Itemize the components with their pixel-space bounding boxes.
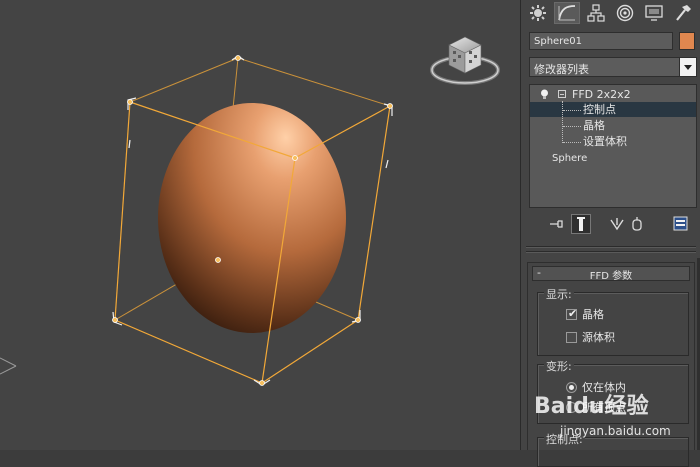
perspective-viewport[interactable] <box>0 0 520 450</box>
command-panel-tabs <box>525 2 699 26</box>
tree-line <box>563 126 581 127</box>
checkmark-icon: ✔ <box>568 307 578 320</box>
modifier-list-label: 修改器列表 <box>534 63 589 76</box>
command-panel: 修改器列表 FFD 2x2x2 控制点 晶格 设置体积 Sphere <box>520 0 700 467</box>
modifier-list-dropdown[interactable]: 修改器列表 <box>529 57 697 77</box>
object-color-swatch[interactable] <box>679 32 695 50</box>
source-volume-label: 源体积 <box>582 331 615 344</box>
chevron-down-icon[interactable] <box>679 58 696 76</box>
object-name-field[interactable] <box>529 32 673 50</box>
modify-curve-icon <box>558 5 576 21</box>
show-end-result-icon <box>577 217 585 231</box>
tab-hierarchy[interactable] <box>583 2 609 24</box>
utilities-hammer-icon <box>676 5 691 21</box>
tab-motion[interactable] <box>612 2 638 24</box>
stack-item-label: 设置体积 <box>583 135 627 148</box>
group-label: 显示: <box>544 286 574 302</box>
make-unique-button[interactable] <box>607 214 627 234</box>
pin-stack-button[interactable] <box>547 214 567 234</box>
stack-subitem-set-volume[interactable]: 设置体积 <box>530 134 696 149</box>
tree-line <box>563 110 581 111</box>
pin-icon <box>550 220 563 228</box>
baidu-watermark: Baidu经验 jingyan.baidu.com <box>530 386 700 450</box>
trash-icon <box>632 217 642 231</box>
stack-item-label: Sphere <box>552 153 588 164</box>
viewport-scene <box>0 36 500 386</box>
lattice-checkbox[interactable]: ✔ <box>566 307 578 320</box>
stack-subitem-lattice[interactable]: 晶格 <box>530 118 696 133</box>
divider <box>526 246 696 248</box>
divider <box>526 251 696 253</box>
tab-modify[interactable] <box>554 2 580 24</box>
make-unique-icon <box>610 218 624 231</box>
source-volume-checkbox[interactable] <box>566 332 577 343</box>
tree-line <box>563 142 581 143</box>
motion-icon <box>616 4 634 22</box>
stack-item-label: 晶格 <box>583 119 605 132</box>
stack-item-sphere[interactable]: Sphere <box>530 151 696 166</box>
rollout-header[interactable]: - FFD 参数 <box>532 266 690 282</box>
collapse-toggle[interactable] <box>558 90 566 98</box>
sun-gear-icon <box>530 5 546 21</box>
stack-item-ffd[interactable]: FFD 2x2x2 <box>530 87 696 102</box>
display-group: 显示: ✔ 晶格 源体积 <box>537 286 689 356</box>
hierarchy-icon <box>587 4 605 22</box>
modifier-stack[interactable]: FFD 2x2x2 控制点 晶格 设置体积 Sphere <box>529 84 697 208</box>
watermark-site: jingyan.baidu.com <box>560 424 671 438</box>
stack-item-label: 控制点 <box>583 103 616 116</box>
lightbulb-icon[interactable] <box>540 89 549 100</box>
stack-item-label: FFD 2x2x2 <box>572 88 631 101</box>
group-label: 变形: <box>544 358 574 374</box>
lattice-label: 晶格 <box>582 308 604 321</box>
viewcube <box>430 36 500 85</box>
rollout-title: FFD 参数 <box>589 271 633 282</box>
show-end-result-button[interactable] <box>571 214 591 234</box>
configure-modifier-sets-button[interactable] <box>671 214 691 234</box>
watermark-brand: Baidu经验 <box>534 394 649 419</box>
configure-icon <box>673 216 688 231</box>
axis-tripod <box>0 357 17 375</box>
stack-toolbar <box>529 214 697 236</box>
sphere-egg <box>158 103 346 333</box>
tab-display[interactable] <box>641 2 667 24</box>
tree-line <box>562 101 563 143</box>
tab-utilities[interactable] <box>670 2 696 24</box>
display-icon <box>645 5 663 21</box>
tab-create[interactable] <box>525 2 551 24</box>
remove-modifier-button[interactable] <box>627 214 647 234</box>
stack-subitem-control-points[interactable]: 控制点 <box>530 102 696 117</box>
